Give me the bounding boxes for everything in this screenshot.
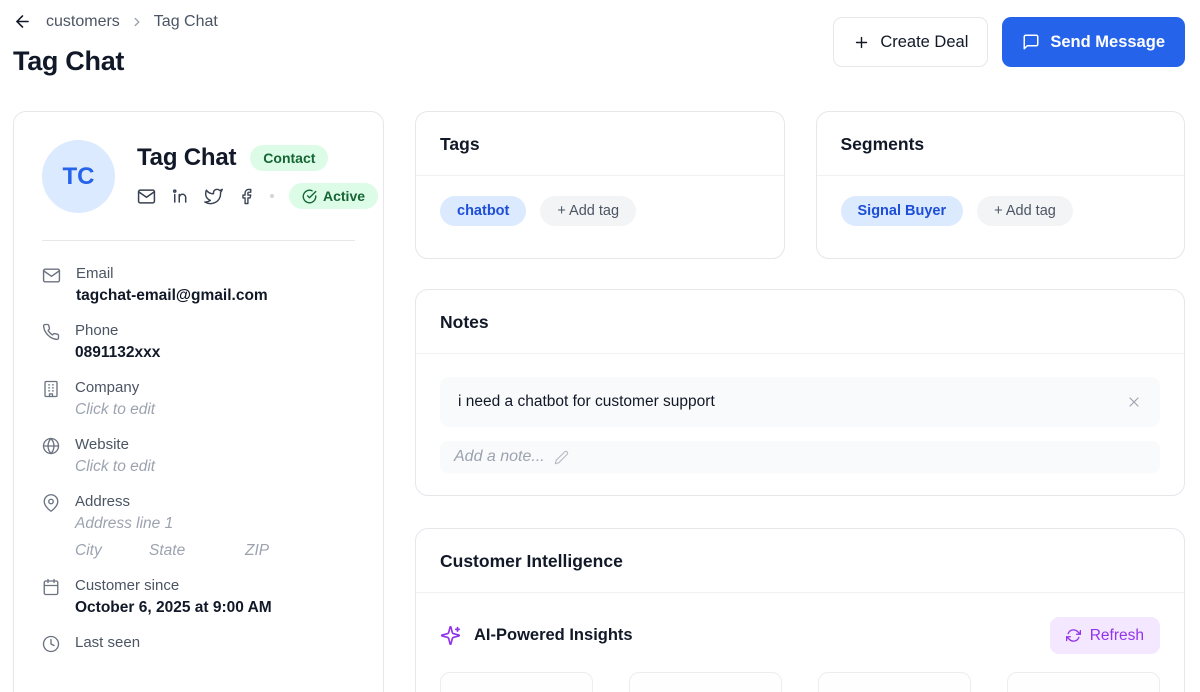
note-item: i need a chatbot for customer support — [440, 377, 1160, 427]
state-placeholder[interactable]: State — [149, 542, 245, 560]
profile-card: TC Tag Chat Contact — [13, 111, 384, 692]
notes-card: Notes i need a chatbot for customer supp… — [415, 289, 1185, 496]
contact-type-badge: Contact — [250, 145, 328, 171]
website-edit-placeholder[interactable]: Click to edit — [75, 458, 155, 476]
profile-name: Tag Chat — [137, 144, 236, 172]
back-arrow-icon[interactable] — [13, 12, 32, 31]
refresh-label: Refresh — [1090, 627, 1144, 645]
main-column: Tags chatbot + Add tag Segments Signal B… — [415, 111, 1185, 692]
facebook-icon[interactable] — [238, 188, 255, 205]
customer-intelligence-title: Customer Intelligence — [416, 529, 1184, 593]
top-actions: Create Deal Send Message — [833, 17, 1185, 67]
field-email: Email tagchat-email@gmail.com — [42, 265, 355, 305]
refresh-icon — [1066, 628, 1081, 643]
zip-placeholder[interactable]: ZIP — [245, 542, 269, 560]
status-badge: Active — [289, 183, 378, 209]
calendar-icon — [42, 578, 60, 617]
phone-label: Phone — [75, 322, 160, 339]
profile-fields: Email tagchat-email@gmail.com Phone 0891… — [42, 265, 355, 653]
create-deal-button[interactable]: Create Deal — [833, 17, 988, 67]
notes-title: Notes — [416, 290, 1184, 354]
avatar: TC — [42, 140, 115, 213]
city-placeholder[interactable]: City — [75, 542, 149, 560]
segments-card: Segments Signal Buyer + Add tag — [816, 111, 1186, 259]
send-message-label: Send Message — [1050, 33, 1165, 52]
linkedin-icon[interactable] — [171, 187, 189, 205]
pencil-icon — [554, 450, 569, 465]
phone-value[interactable]: 0891132xxx — [75, 344, 160, 362]
last-seen-label: Last seen — [75, 634, 140, 651]
create-deal-label: Create Deal — [880, 33, 968, 52]
customer-since-label: Customer since — [75, 577, 272, 594]
tags-list: chatbot + Add tag — [416, 176, 784, 246]
profile-header: TC Tag Chat Contact — [42, 140, 355, 213]
field-address: Address Address line 1 City State ZIP — [42, 493, 355, 560]
phone-icon — [42, 323, 60, 362]
clock-icon — [42, 635, 60, 653]
refresh-button[interactable]: Refresh — [1050, 617, 1160, 654]
chevron-right-icon — [130, 15, 144, 29]
tag-chip[interactable]: chatbot — [440, 196, 526, 226]
customer-since-value: October 6, 2025 at 9:00 AM — [75, 599, 272, 617]
email-label: Email — [76, 265, 268, 282]
status-badge-label: Active — [323, 188, 365, 204]
field-website: Website Click to edit — [42, 436, 355, 476]
insight-metric-box — [1007, 672, 1160, 692]
send-message-button[interactable]: Send Message — [1002, 17, 1185, 67]
company-label: Company — [75, 379, 155, 396]
separator-dot — [270, 194, 274, 198]
field-company: Company Click to edit — [42, 379, 355, 419]
insight-metrics — [440, 672, 1160, 692]
segments-title: Segments — [817, 112, 1185, 176]
add-note-input[interactable]: Add a note... — [440, 441, 1160, 473]
insight-metric-box — [440, 672, 593, 692]
website-label: Website — [75, 436, 155, 453]
building-icon — [42, 380, 60, 419]
add-tag-button[interactable]: + Add tag — [540, 196, 636, 226]
plus-icon — [853, 34, 870, 51]
add-note-placeholder: Add a note... — [454, 448, 545, 466]
note-text: i need a chatbot for customer support — [458, 393, 715, 411]
chat-bubble-icon — [1022, 33, 1040, 51]
address-line2: City State ZIP — [75, 542, 269, 560]
email-icon[interactable] — [137, 187, 156, 206]
insight-metric-box — [818, 672, 971, 692]
intelligence-body: AI-Powered Insights Refresh — [416, 593, 1184, 692]
tags-card: Tags chatbot + Add tag — [415, 111, 785, 259]
profile-divider — [42, 240, 355, 241]
breadcrumb-current: Tag Chat — [154, 13, 218, 31]
segment-chip[interactable]: Signal Buyer — [841, 196, 964, 226]
ai-insights-title: AI-Powered Insights — [474, 626, 633, 645]
field-last-seen: Last seen — [42, 634, 355, 653]
globe-icon — [42, 437, 60, 476]
customer-detail-page: customers Tag Chat Tag Chat Create Deal … — [0, 0, 1200, 692]
add-segment-button[interactable]: + Add tag — [977, 196, 1073, 226]
social-links: Active — [137, 183, 378, 209]
sparkles-icon — [440, 625, 461, 646]
address-label: Address — [75, 493, 269, 510]
address-line1-placeholder[interactable]: Address line 1 — [75, 515, 269, 533]
field-phone: Phone 0891132xxx — [42, 322, 355, 362]
company-edit-placeholder[interactable]: Click to edit — [75, 401, 155, 419]
envelope-icon — [42, 266, 61, 305]
email-value[interactable]: tagchat-email@gmail.com — [76, 287, 268, 305]
field-customer-since: Customer since October 6, 2025 at 9:00 A… — [42, 577, 355, 617]
content: TC Tag Chat Contact — [13, 111, 1185, 692]
tags-title: Tags — [416, 112, 784, 176]
map-pin-icon — [42, 494, 60, 560]
customer-intelligence-card: Customer Intelligence AI-Powered Insight… — [415, 528, 1185, 692]
segments-list: Signal Buyer + Add tag — [817, 176, 1185, 246]
breadcrumb-parent[interactable]: customers — [46, 13, 120, 31]
delete-note-icon[interactable] — [1126, 394, 1142, 410]
twitter-icon[interactable] — [204, 187, 223, 206]
insight-metric-box — [629, 672, 782, 692]
check-circle-icon — [302, 189, 317, 204]
notes-body: i need a chatbot for customer support Ad… — [416, 354, 1184, 495]
